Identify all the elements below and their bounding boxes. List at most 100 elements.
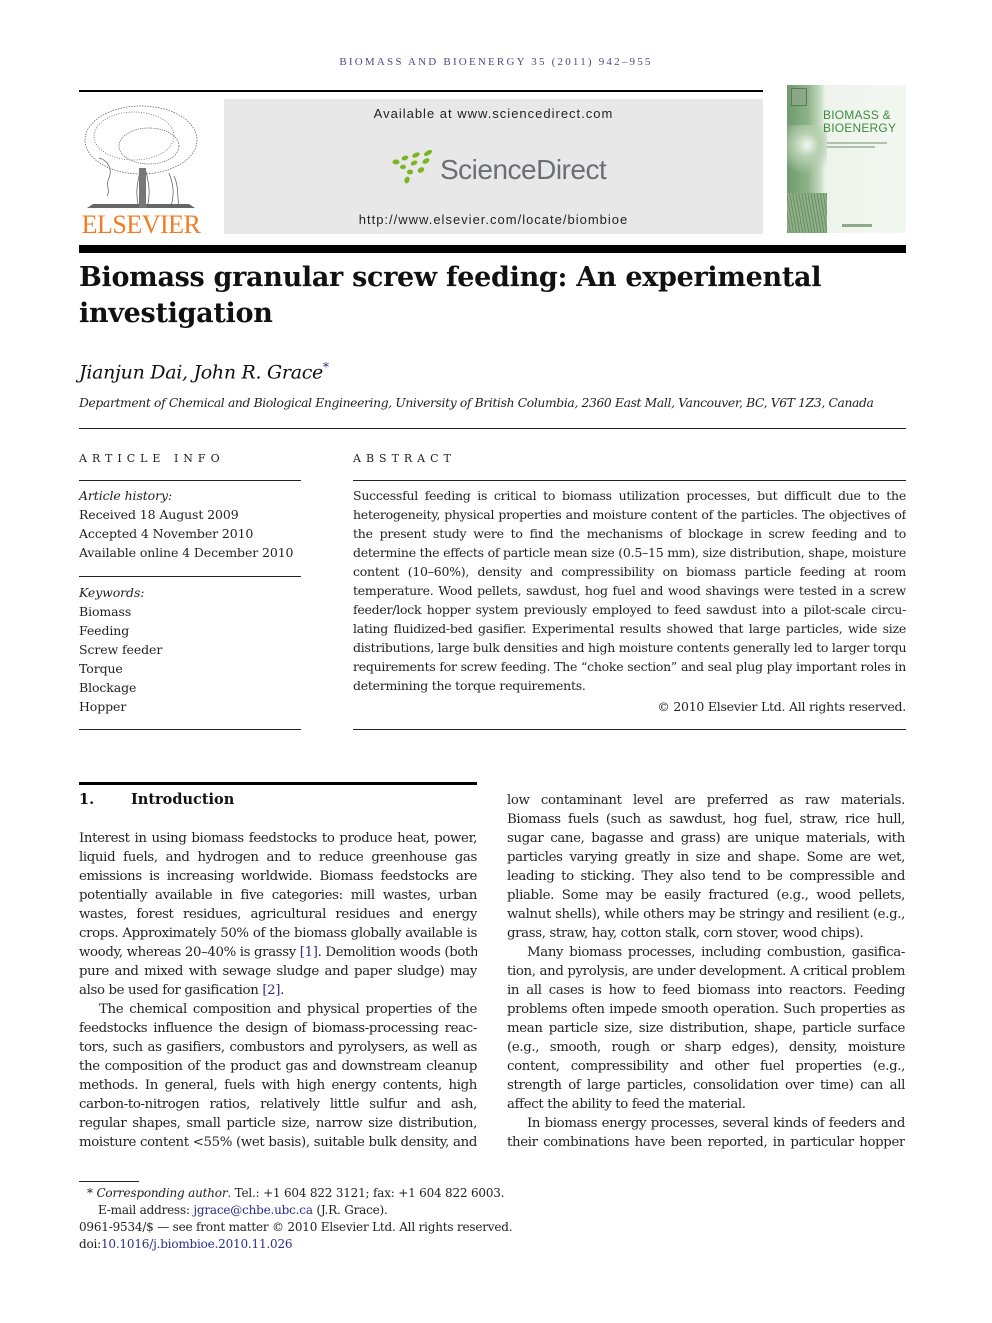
abstract-line: requirements for screw feeding. The “cho… xyxy=(353,659,906,674)
article-info-bottom-rule xyxy=(79,729,301,730)
corresponding-author-mark[interactable]: * xyxy=(323,360,329,374)
cover-grass-image xyxy=(787,193,827,233)
abstract-line: determine the effects of particle mean s… xyxy=(353,545,906,560)
body-text-line: strength of large particles, consolidati… xyxy=(507,1076,905,1095)
history-online: Available online 4 December 2010 xyxy=(79,545,294,560)
body-text: content, compressibility and other fuel … xyxy=(507,1059,905,1074)
body-text: Many biomass processes, including combus… xyxy=(527,945,905,960)
corresponding-author-label: Corresponding author xyxy=(96,1186,228,1200)
cover-title-line: BIOENERGY xyxy=(823,121,897,135)
body-text: regular shapes, small particle size, nar… xyxy=(79,1116,477,1131)
footnote-mark: * xyxy=(87,1186,93,1200)
keyword-item: Hopper xyxy=(79,699,127,714)
body-text-line: methods. In general, fuels with high ene… xyxy=(79,1076,477,1095)
body-text: emissions is increasing worldwide. Bioma… xyxy=(79,869,477,884)
abstract-copyright: © 2010 Elsevier Ltd. All rights reserved… xyxy=(657,699,906,714)
body-right-column: low contaminant level are preferred as r… xyxy=(507,791,905,1152)
body-text-line: the composition of the product gas and d… xyxy=(79,1057,477,1076)
keyword-item: Feeding xyxy=(79,623,130,638)
abstract-copyright-wrap: © 2010 Elsevier Ltd. All rights reserved… xyxy=(353,697,906,716)
section-title: Introduction xyxy=(131,791,235,808)
body-text: in all cases is how to feed biomass into… xyxy=(507,983,905,998)
history-accepted: Accepted 4 November 2010 xyxy=(79,526,254,541)
keywords-label: Keywords: xyxy=(79,585,145,600)
journal-url-link[interactable]: http://www.elsevier.com/locate/biombioe xyxy=(224,212,763,227)
corresponding-author-footnote: * Corresponding author. Tel.: +1 604 822… xyxy=(87,1185,505,1202)
body-text: moisture content <55% (wet basis), suita… xyxy=(79,1135,477,1150)
corresponding-author-contact: . Tel.: +1 604 822 3121; fax: +1 604 822… xyxy=(227,1186,505,1200)
sciencedirect-wordmark: ScienceDirect xyxy=(440,154,607,185)
article-title: Biomass granular screw feeding: An exper… xyxy=(79,260,909,332)
body-text-line: affect the ability to feed the material. xyxy=(507,1095,905,1114)
body-text: grass, straw, hay, cotton stalk, corn st… xyxy=(507,926,864,941)
journal-cover-thumbnail[interactable]: BIOMASS & BIOENERGY xyxy=(787,85,906,233)
body-text-line: tion, and pyrolysis, are under developme… xyxy=(507,962,905,981)
body-text: feedstocks influence the design of bioma… xyxy=(79,1021,477,1036)
abstract-line: the present study were to find the mecha… xyxy=(353,526,906,541)
body-text: tion, and pyrolysis, are under developme… xyxy=(507,964,905,979)
body-text: Interest in using biomass feedstocks to … xyxy=(79,831,477,846)
body-text-line: grass, straw, hay, cotton stalk, corn st… xyxy=(507,924,905,943)
abstract-rule xyxy=(353,480,906,481)
keywords-list: Keywords: Biomass Feeding Screw feeder T… xyxy=(79,583,301,716)
doi-label: doi: xyxy=(79,1237,101,1251)
abstract-line: heterogeneity, physical properties and m… xyxy=(353,507,906,522)
doi-link[interactable]: 10.1016/j.biombioe.2010.11.026 xyxy=(101,1237,293,1251)
citation-link[interactable]: [1] xyxy=(300,945,318,960)
body-text-line: The chemical composition and physical pr… xyxy=(79,1000,477,1019)
header-top-rule xyxy=(79,90,763,92)
email-link[interactable]: jgrace@chbe.ubc.ca xyxy=(193,1203,313,1217)
article-info-rule xyxy=(79,480,301,481)
body-text: also be used for gasification xyxy=(79,983,263,998)
body-text-line: Interest in using biomass feedstocks to … xyxy=(79,829,477,848)
cover-elsevier-mini-logo-icon xyxy=(791,88,807,106)
body-text-line: content, compressibility and other fuel … xyxy=(507,1057,905,1076)
email-label: E-mail address: xyxy=(98,1203,194,1217)
abstract-line: Successful feeding is critical to biomas… xyxy=(353,488,906,503)
body-text-line: wastes, forest residues, agricultural re… xyxy=(79,905,477,924)
abstract-line: temperature. Wood pellets, sawdust, hog … xyxy=(353,583,906,598)
keyword-item: Blockage xyxy=(79,680,137,695)
author-list: Jianjun Dai, John R. Grace* xyxy=(79,360,329,383)
article-title-line: Biomass granular screw feeding: An exper… xyxy=(79,262,822,293)
body-text: tors, such as gasifiers, combustors and … xyxy=(79,1040,477,1055)
body-text-line: emissions is increasing worldwide. Bioma… xyxy=(79,867,477,886)
body-text: their combinations have been reported, i… xyxy=(507,1135,905,1150)
body-text-line: Many biomass processes, including combus… xyxy=(507,943,905,962)
body-text: mean particle size, size distribution, s… xyxy=(507,1021,905,1036)
body-text-line: problems often impede smooth operation. … xyxy=(507,1000,905,1019)
body-text: low contaminant level are preferred as r… xyxy=(507,793,905,808)
body-text: potentially available in five categories… xyxy=(79,888,477,903)
email-owner: (J.R. Grace). xyxy=(312,1203,388,1217)
body-text: . Demolition woods (both xyxy=(317,945,477,960)
authors-text: Jianjun Dai, John R. Grace xyxy=(79,361,324,384)
body-text-line: (e.g., smooth, rough or sharp edges), de… xyxy=(507,1038,905,1057)
body-text-line: potentially available in five categories… xyxy=(79,886,477,905)
body-text-line: crops. Approximately 50% of the biomass … xyxy=(79,924,477,943)
abstract-line: distributions, large bulk densities and … xyxy=(353,640,906,655)
body-text-line: moisture content <55% (wet basis), suita… xyxy=(79,1133,477,1152)
body-text: the composition of the product gas and d… xyxy=(79,1059,477,1074)
article-history: Article history: Received 18 August 2009… xyxy=(79,486,301,562)
citation-link[interactable]: [2] xyxy=(262,983,280,998)
body-text: strength of large particles, consolidati… xyxy=(507,1078,905,1093)
sciencedirect-availability: Available at www.sciencedirect.com xyxy=(373,106,614,121)
body-text: . xyxy=(280,983,284,998)
article-history-label: Article history: xyxy=(79,488,173,503)
keyword-item: Screw feeder xyxy=(79,642,163,657)
section-number: 1. xyxy=(79,791,95,808)
body-text-line: particles varying greatly in size and sh… xyxy=(507,848,905,867)
body-text: particles varying greatly in size and sh… xyxy=(507,850,905,865)
body-text-line: sugar cane, bagasse and grass) are uniqu… xyxy=(507,829,905,848)
body-text: (e.g., smooth, rough or sharp edges), de… xyxy=(507,1040,905,1055)
body-text: affect the ability to feed the material. xyxy=(507,1097,746,1112)
elsevier-wordmark: ELSEVIER xyxy=(81,210,201,239)
body-text-line: regular shapes, small particle size, nar… xyxy=(79,1114,477,1133)
keywords-rule xyxy=(79,576,301,577)
affiliation-divider xyxy=(79,428,906,429)
introduction-rule xyxy=(79,782,477,785)
body-text-line: leading to sticking. They also tend to b… xyxy=(507,867,905,886)
abstract-line: feeder/lock hopper system previously emp… xyxy=(353,602,906,617)
body-text: problems often impede smooth operation. … xyxy=(507,1002,905,1017)
body-text: methods. In general, fuels with high ene… xyxy=(79,1078,477,1093)
